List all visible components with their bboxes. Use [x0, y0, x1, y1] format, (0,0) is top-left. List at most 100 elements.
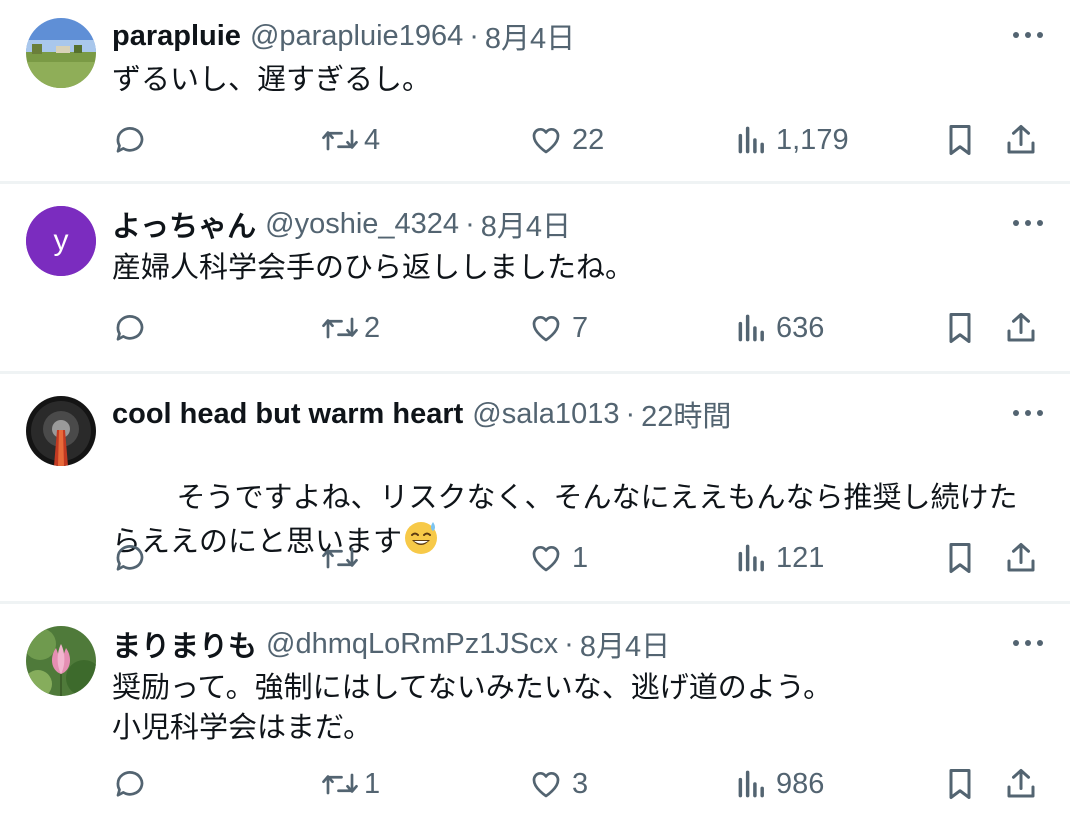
retweet-count: 1: [364, 767, 381, 800]
reply-icon: [116, 315, 144, 341]
retweet-count: 2: [364, 311, 381, 344]
reply-icon: [116, 127, 144, 153]
tower-photo-avatar: [26, 396, 96, 466]
letter-avatar: y: [26, 206, 96, 276]
action-bar: 2 7 636: [0, 308, 1070, 348]
timestamp[interactable]: 8月4日: [485, 15, 575, 57]
view-count: 121: [776, 541, 825, 574]
reply-icon: [116, 771, 144, 797]
bookmark-button[interactable]: [944, 120, 976, 160]
view-count: 986: [776, 767, 825, 800]
reply-icon: [116, 545, 144, 571]
display-name[interactable]: よっちゃん: [112, 203, 256, 245]
timestamp[interactable]: 8月4日: [580, 623, 670, 665]
reply-button[interactable]: [112, 120, 156, 160]
bookmark-icon: [949, 769, 971, 799]
tweet-text: ずるいし、遅すぎるし。: [112, 64, 432, 96]
views-button[interactable]: 636: [736, 308, 824, 348]
like-count: 7: [572, 311, 589, 344]
views-icon: [738, 544, 764, 572]
retweet-icon: [322, 317, 358, 339]
views-button[interactable]: 121: [736, 538, 824, 578]
separator-dot: ·: [465, 207, 475, 240]
retweet-count: 4: [364, 123, 381, 156]
display-name[interactable]: cool head but warm heart: [112, 398, 463, 431]
more-icon[interactable]: [1010, 20, 1046, 50]
avatar[interactable]: [26, 18, 96, 88]
tweet-2[interactable]: y よっちゃん @yoshie_4324 · 8月4日 産婦人科学会手のひら返し…: [0, 184, 1070, 374]
separator-dot: ·: [625, 397, 636, 430]
user-handle[interactable]: @sala1013: [472, 398, 619, 431]
reply-button[interactable]: [112, 764, 156, 804]
like-icon: [532, 316, 560, 342]
bookmark-button[interactable]: [944, 308, 976, 348]
avatar[interactable]: [26, 626, 96, 696]
like-icon: [532, 772, 560, 798]
bookmark-button[interactable]: [944, 538, 976, 578]
like-icon: [532, 128, 560, 154]
retweet-icon: [322, 773, 358, 795]
tweet-header: よっちゃん @yoshie_4324 · 8月4日: [112, 204, 1046, 244]
tweet-header: まりまりも @dhmqLoRmPz1JScx · 8月4日: [112, 624, 1046, 664]
separator-dot: ·: [469, 19, 479, 52]
bookmark-button[interactable]: [944, 764, 976, 804]
tweet-header: parapluie @parapluie1964 · 8月4日: [112, 16, 1046, 56]
like-button[interactable]: 7: [528, 308, 588, 348]
timestamp[interactable]: 22時間: [641, 393, 731, 435]
tweet-4[interactable]: まりまりも @dhmqLoRmPz1JScx · 8月4日 奨励って。強制にはし…: [0, 604, 1070, 822]
reply-button[interactable]: [112, 308, 156, 348]
action-bar: 1 3 986: [0, 764, 1070, 804]
svg-text:y: y: [54, 224, 69, 257]
retweet-button[interactable]: [320, 538, 364, 578]
bookmark-icon: [949, 313, 971, 343]
timestamp[interactable]: 8月4日: [481, 203, 571, 245]
share-icon: [1007, 769, 1035, 798]
retweet-button[interactable]: 2: [320, 308, 380, 348]
share-icon: [1007, 125, 1035, 154]
landscape-photo-avatar: [26, 18, 96, 88]
like-button[interactable]: 22: [528, 120, 604, 160]
views-icon: [738, 770, 764, 798]
share-button[interactable]: [1004, 764, 1038, 804]
like-button[interactable]: 3: [528, 764, 588, 804]
more-icon[interactable]: [1010, 628, 1046, 658]
retweet-button[interactable]: 1: [320, 764, 380, 804]
display-name[interactable]: まりまりも: [112, 623, 257, 665]
views-icon: [738, 314, 764, 342]
avatar[interactable]: [26, 396, 96, 466]
like-count: 3: [572, 767, 589, 800]
retweet-icon: [322, 547, 358, 569]
tweet-header: cool head but warm heart @sala1013 · 22時…: [112, 394, 1046, 434]
views-button[interactable]: 1,179: [736, 120, 849, 160]
like-count: 1: [572, 541, 589, 574]
share-button[interactable]: [1004, 120, 1038, 160]
user-handle[interactable]: @yoshie_4324: [265, 208, 459, 241]
like-count: 22: [572, 123, 605, 156]
avatar[interactable]: y: [26, 206, 96, 276]
like-icon: [532, 546, 560, 572]
view-count: 1,179: [776, 123, 849, 156]
tweet-1[interactable]: parapluie @parapluie1964 · 8月4日 ずるいし、遅すぎ…: [0, 0, 1070, 184]
user-handle[interactable]: @parapluie1964: [250, 20, 463, 53]
bookmark-icon: [949, 125, 971, 155]
share-button[interactable]: [1004, 308, 1038, 348]
action-bar: 4 22 1,179: [0, 120, 1070, 160]
share-button[interactable]: [1004, 538, 1038, 578]
tweet-3[interactable]: cool head but warm heart @sala1013 · 22時…: [0, 374, 1070, 604]
like-button[interactable]: 1: [528, 538, 588, 578]
action-bar: 1 121: [0, 538, 1070, 578]
lotus-photo-avatar: [26, 626, 96, 696]
views-button[interactable]: 986: [736, 764, 824, 804]
more-icon[interactable]: [1010, 208, 1046, 238]
tweet-text: 奨励って。強制にはしてないみたいな、逃げ道のよう。 小児科学会はまだ。: [112, 672, 833, 744]
display-name[interactable]: parapluie: [112, 20, 241, 53]
share-icon: [1007, 313, 1035, 342]
views-icon: [738, 126, 764, 154]
user-handle[interactable]: @dhmqLoRmPz1JScx: [266, 628, 558, 661]
tweet-text: 産婦人科学会手のひら返ししましたね。: [112, 252, 635, 284]
reply-button[interactable]: [112, 538, 156, 578]
more-icon[interactable]: [1010, 398, 1046, 428]
retweet-icon: [322, 129, 358, 151]
retweet-button[interactable]: 4: [320, 120, 380, 160]
bookmark-icon: [949, 543, 971, 573]
